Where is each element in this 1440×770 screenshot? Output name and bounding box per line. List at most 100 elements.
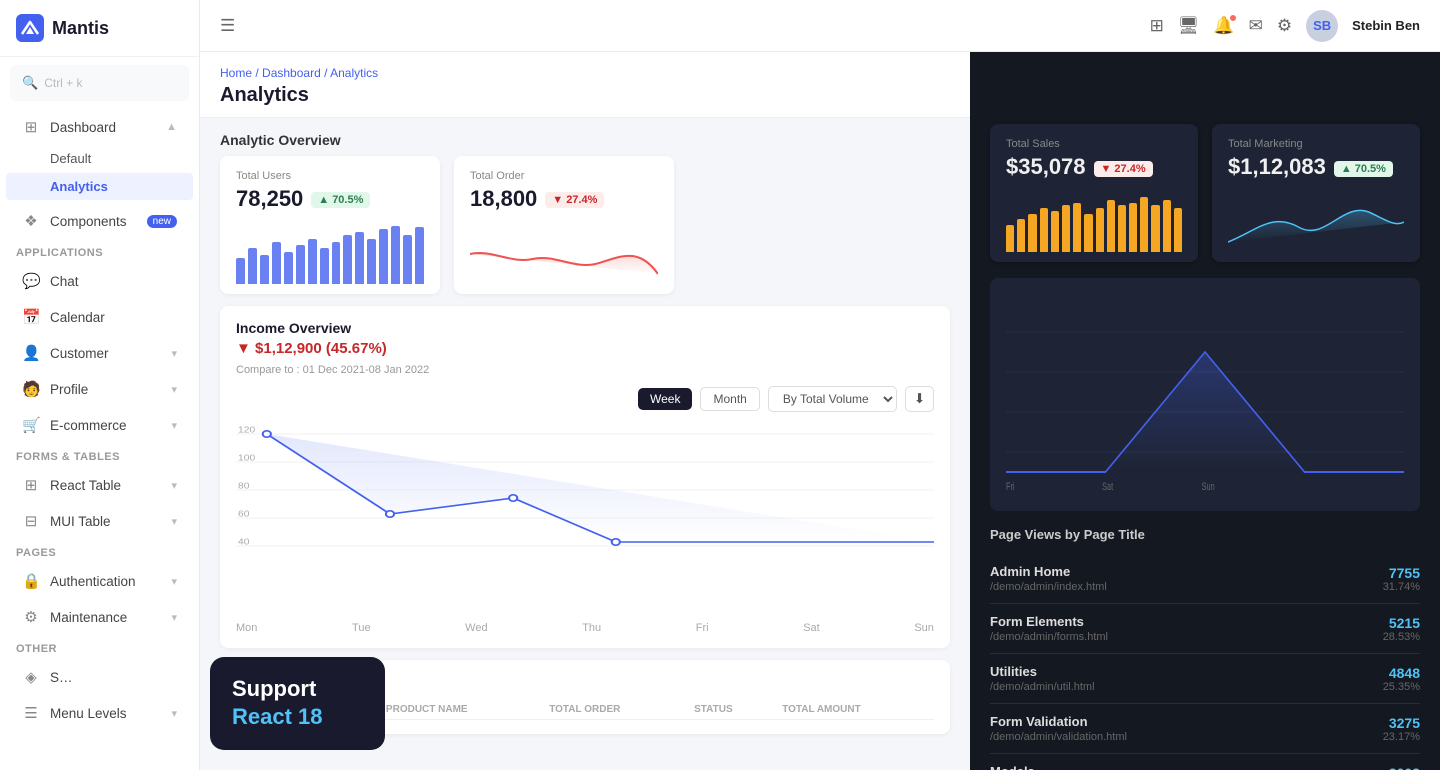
- mantis-logo-icon: [16, 14, 44, 42]
- pv-pct: 23.17%: [1383, 731, 1420, 743]
- pv-info: Form Elements /demo/admin/forms.html: [990, 614, 1108, 643]
- chevron-down-icon-6: ▾: [171, 575, 177, 588]
- hamburger-icon[interactable]: ☰: [220, 16, 235, 36]
- total-users-badge: ▲ 70.5%: [311, 192, 370, 208]
- sidebar-item-calendar[interactable]: 📅 Calendar: [6, 300, 193, 334]
- col-total-amount: Total Amount: [776, 700, 934, 720]
- total-users-card: Total Users 78,250 ▲ 70.5%: [220, 156, 440, 294]
- monitor-icon[interactable]: 🖥: [1178, 16, 1200, 36]
- ecommerce-icon: 🛒: [22, 416, 40, 434]
- search-icon: 🔍: [22, 75, 38, 91]
- chevron-down-icon-5: ▾: [171, 515, 177, 528]
- menu-icon: ☰: [22, 704, 40, 722]
- download-button[interactable]: ⬇: [905, 386, 934, 412]
- header-left: ☰: [220, 16, 235, 36]
- analytic-overview-title: Analytic Overview: [200, 118, 970, 156]
- pv-info: Modals /demo/admin/modals.html: [990, 764, 1116, 770]
- breadcrumb-dashboard[interactable]: Dashboard: [262, 66, 321, 80]
- sidebar-item-components[interactable]: ❖ Components new: [6, 204, 193, 238]
- sidebar-item-authentication[interactable]: 🔒 Authentication ▾: [6, 564, 193, 598]
- x-label-mon: Mon: [236, 622, 257, 634]
- total-marketing-badge: ▲ 70.5%: [1334, 161, 1393, 177]
- sidebar-logo: Mantis: [0, 0, 199, 57]
- x-label-sat: Sat: [803, 622, 820, 634]
- pages-section-label: Pages: [0, 539, 199, 563]
- applications-section-label: Applications: [0, 239, 199, 263]
- pv-stats: 7755 31.74%: [1383, 565, 1420, 593]
- notification-icon[interactable]: 🔔: [1213, 16, 1234, 36]
- total-sales-card: Total Sales $35,078 ▼ 27.4%: [990, 124, 1198, 262]
- x-label-thu: Thu: [582, 622, 601, 634]
- sidebar-sub-item-analytics[interactable]: Analytics: [6, 173, 193, 200]
- sidebar-profile-label: Profile: [50, 382, 88, 397]
- pv-pct: 28.53%: [1383, 631, 1420, 643]
- sidebar-item-react-table[interactable]: ⊞ React Table ▾: [6, 468, 193, 502]
- pv-info: Form Validation /demo/admin/validation.h…: [990, 714, 1127, 743]
- settings-icon[interactable]: ⚙: [1277, 16, 1292, 36]
- total-order-chart: [470, 224, 658, 284]
- sidebar-chat-label: Chat: [50, 274, 79, 289]
- support-popup[interactable]: Support React 18: [210, 657, 385, 750]
- components-badge: new: [147, 215, 177, 228]
- mui-icon: ⊟: [22, 512, 40, 530]
- sidebar-item-dashboard[interactable]: ⊞ Dashboard ▲: [6, 110, 193, 144]
- arrow-down-icon-2: ▼: [1101, 163, 1112, 175]
- week-button[interactable]: Week: [638, 388, 692, 410]
- breadcrumb-home[interactable]: Home: [220, 66, 252, 80]
- sidebar-item-customer[interactable]: 👤 Customer ▾: [6, 336, 193, 370]
- svg-text:Sun: Sun: [1202, 481, 1215, 492]
- sidebar-item-menu-levels[interactable]: ☰ Menu Levels ▾: [6, 696, 193, 730]
- pv-count: 3275: [1383, 715, 1420, 731]
- sidebar-item-ecommerce[interactable]: 🛒 E-commerce ▾: [6, 408, 193, 442]
- maintenance-icon: ⚙: [22, 608, 40, 626]
- volume-select[interactable]: By Total Volume: [768, 386, 897, 412]
- sidebar-item-maintenance[interactable]: ⚙ Maintenance ▾: [6, 600, 193, 634]
- sidebar-search[interactable]: 🔍 Ctrl + k: [10, 65, 189, 101]
- page-views-title: Page Views by Page Title: [990, 527, 1420, 542]
- chevron-down-icon: ▾: [171, 347, 177, 360]
- right-inner: Total Sales $35,078 ▼ 27.4%: [970, 52, 1440, 770]
- sidebar-sub-item-default[interactable]: Default: [6, 145, 193, 172]
- total-marketing-value: $1,12,083: [1228, 154, 1326, 180]
- page-view-row: Admin Home /demo/admin/index.html 7755 3…: [990, 554, 1420, 604]
- grid-icon[interactable]: ⊞: [1150, 16, 1164, 36]
- sidebar-default-label: Default: [50, 151, 91, 166]
- sidebar-customer-label: Customer: [50, 346, 109, 361]
- support-popup-text: Support React 18: [232, 675, 363, 732]
- total-sales-chart: [1006, 192, 1182, 252]
- chevron-down-icon-8: ▾: [171, 707, 177, 720]
- income-chart: 120 100 80 60 40: [236, 418, 934, 618]
- arrow-up-icon-2: ▲: [1341, 163, 1352, 175]
- chevron-down-icon-7: ▾: [171, 611, 177, 624]
- income-title: Income Overview: [236, 320, 934, 336]
- sidebar-item-mui-table[interactable]: ⊟ MUI Table ▾: [6, 504, 193, 538]
- sidebar-calendar-label: Calendar: [50, 310, 105, 325]
- pv-count: 4848: [1383, 665, 1420, 681]
- mail-icon[interactable]: ✉: [1249, 16, 1263, 36]
- dark-income-chart: Fri Sat Sun: [990, 278, 1420, 511]
- sidebar-item-profile[interactable]: 🧑 Profile ▾: [6, 372, 193, 406]
- avatar[interactable]: SB: [1306, 10, 1338, 42]
- pv-title: Admin Home: [990, 564, 1107, 579]
- total-order-label: Total Order: [470, 170, 658, 182]
- page-view-row: Modals /demo/admin/modals.html 3003 22.2…: [990, 754, 1420, 770]
- total-order-card: Total Order 18,800 ▼ 27.4%: [454, 156, 674, 294]
- income-section: Income Overview ▼ $1,12,900 (45.67%) Com…: [220, 306, 950, 648]
- svg-text:40: 40: [238, 537, 249, 546]
- total-users-value: 78,250: [236, 186, 303, 212]
- income-compare: Compare to : 01 Dec 2021-08 Jan 2022: [236, 364, 934, 376]
- user-name: Stebin Ben: [1352, 18, 1420, 33]
- search-placeholder: Ctrl + k: [44, 76, 82, 90]
- header-right: ⊞ 🖥 🔔 ✉ ⚙ SB Stebin Ben: [1150, 10, 1420, 42]
- sidebar-react-table-label: React Table: [50, 478, 121, 493]
- total-users-chart: [236, 224, 424, 284]
- x-label-fri: Fri: [696, 622, 709, 634]
- pv-stats: 3275 23.17%: [1383, 715, 1420, 743]
- x-axis-labels: Mon Tue Wed Thu Fri Sat Sun: [236, 618, 934, 634]
- x-label-tue: Tue: [352, 622, 371, 634]
- chevron-down-icon-2: ▾: [171, 383, 177, 396]
- sidebar-item-sample[interactable]: ◈ S…: [6, 660, 193, 694]
- sidebar-item-chat[interactable]: 💬 Chat: [6, 264, 193, 298]
- month-button[interactable]: Month: [700, 387, 759, 411]
- support-label: Support: [232, 676, 316, 701]
